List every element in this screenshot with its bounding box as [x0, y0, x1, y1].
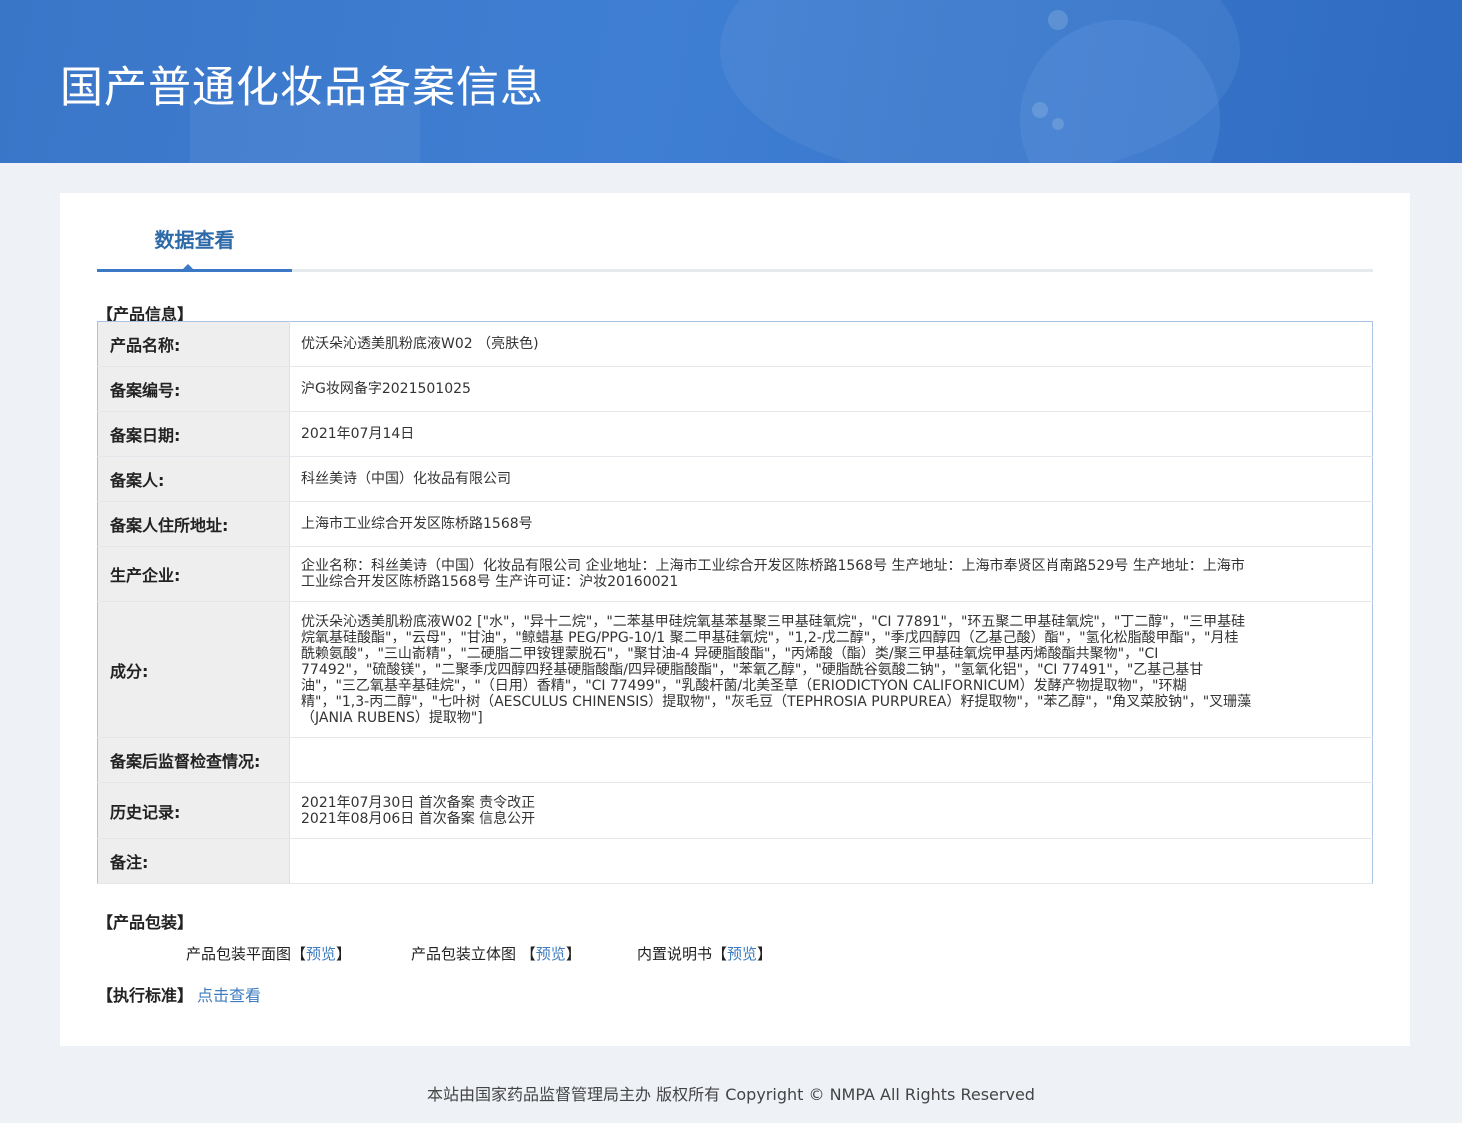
page-title: 国产普通化妆品备案信息: [60, 63, 544, 113]
field-value-line: 77492"，"硫酸镁"，"二聚季戊四醇四羟基硬脂酸酯/四异硬脂酸酯"，"苯氧乙…: [301, 661, 1204, 678]
field-value: 科丝美诗（中国）化妆品有限公司: [289, 456, 1373, 502]
field-label: 备案后监督检查情况:: [97, 737, 290, 783]
bracket-open: 【: [712, 945, 728, 963]
header-banner: 国产普通化妆品备案信息: [0, 0, 1462, 163]
preview-link-flat[interactable]: 预览: [306, 945, 336, 963]
field-label: 备案编号:: [97, 366, 290, 412]
field-value-line: 烷氧基硅酸酯"，"云母"，"甘油"，"鲸蜡基 PEG/PPG-10/1 聚二甲基…: [301, 629, 1239, 646]
packaging-item: 产品包装立体图 【预览】: [411, 943, 581, 964]
field-value: [289, 737, 1373, 783]
field-value-line: 企业名称：科丝美诗（中国）化妆品有限公司 企业地址：上海市工业综合开发区陈桥路1…: [301, 558, 1245, 574]
table-row: 备案编号: 沪G妆网备字2021501025: [97, 366, 1373, 412]
view-standard-link[interactable]: 点击查看: [197, 982, 261, 1006]
field-label: 备案日期:: [97, 411, 290, 457]
field-value-line: 工业综合开发区陈桥路1568号 生产许可证：沪妆20160021: [301, 574, 679, 590]
tab-active-indicator: [182, 264, 194, 270]
preview-link-manual[interactable]: 预览: [727, 945, 757, 963]
field-label: 生产企业:: [97, 546, 290, 602]
packaging-item-label: 内置说明书: [637, 945, 713, 963]
field-value-ingredients: 优沃朵沁透美肌粉底液W02 ["水"，"异十二烷"，"二苯基甲硅烷氧基苯基聚三甲…: [289, 601, 1373, 738]
tab-label: 数据查看: [154, 228, 235, 252]
product-info-table: 产品名称: 优沃朵沁透美肌粉底液W02 （亮肤色) 备案编号: 沪G妆网备字20…: [97, 321, 1373, 884]
banner-decoration: [1052, 118, 1064, 130]
field-value-line: 优沃朵沁透美肌粉底液W02 ["水"，"异十二烷"，"二苯基甲硅烷氧基苯基聚三甲…: [301, 613, 1246, 630]
field-value-line: 精"，"1,3-丙二醇"，"七叶树（AESCULUS CHINENSIS）提取物…: [301, 693, 1252, 710]
banner-decoration: [1032, 102, 1048, 118]
table-row: 备案后监督检查情况:: [97, 737, 1373, 783]
bracket-close: 】: [336, 945, 352, 963]
banner-decoration: [1048, 10, 1068, 30]
tab-bar: 数据查看: [97, 193, 1373, 272]
table-row: 成分: 优沃朵沁透美肌粉底液W02 ["水"，"异十二烷"，"二苯基甲硅烷氧基苯…: [97, 601, 1373, 738]
table-row: 历史记录: 2021年07月30日 首次备案 责令改正 2021年08月06日 …: [97, 782, 1373, 839]
tab-data-view[interactable]: 数据查看: [97, 193, 292, 272]
table-row: 生产企业: 企业名称：科丝美诗（中国）化妆品有限公司 企业地址：上海市工业综合开…: [97, 546, 1373, 602]
history-entry: 2021年07月30日 首次备案 责令改正: [301, 794, 536, 811]
field-value-line: 油"，"三乙氧基辛基硅烷"，"（日用）香精"，"CI 77499"，"乳酸杆菌/…: [301, 677, 1187, 694]
packaging-item-label: 产品包装平面图: [186, 945, 292, 963]
packaging-item: 产品包装平面图【预览】: [186, 943, 351, 964]
packaging-item-label: 产品包装立体图: [411, 945, 521, 963]
field-label: 产品名称:: [97, 321, 290, 367]
field-value-manufacturer: 企业名称：科丝美诗（中国）化妆品有限公司 企业地址：上海市工业综合开发区陈桥路1…: [289, 546, 1373, 602]
history-entry: 2021年08月06日 首次备案 信息公开: [301, 810, 536, 827]
table-row: 备注:: [97, 838, 1373, 884]
section-heading-standard: 【执行标准】: [97, 986, 194, 1005]
table-row: 备案人住所地址: 上海市工业综合开发区陈桥路1568号: [97, 501, 1373, 547]
bracket-open: 【: [520, 945, 536, 963]
preview-link-3d[interactable]: 预览: [536, 945, 566, 963]
field-label: 备注:: [97, 838, 290, 884]
field-label: 备案人住所地址:: [97, 501, 290, 547]
bracket-close: 】: [757, 945, 773, 963]
field-value: 上海市工业综合开发区陈桥路1568号: [289, 501, 1373, 547]
section-heading-packaging: 【产品包装】: [97, 913, 194, 932]
field-value: 优沃朵沁透美肌粉底液W02 （亮肤色): [289, 321, 1373, 367]
field-value: 2021年07月14日: [289, 411, 1373, 457]
content-card: 数据查看 【产品信息】 产品名称: 优沃朵沁透美肌粉底液W02 （亮肤色) 备案…: [60, 193, 1410, 1046]
table-row: 产品名称: 优沃朵沁透美肌粉底液W02 （亮肤色): [97, 321, 1373, 367]
footer-copyright: 本站由国家药品监督管理局主办 版权所有 Copyright © NMPA All…: [427, 1085, 1035, 1104]
bracket-open: 【: [291, 945, 307, 963]
field-value-history: 2021年07月30日 首次备案 责令改正 2021年08月06日 首次备案 信…: [289, 782, 1373, 839]
table-row: 备案日期: 2021年07月14日: [97, 411, 1373, 457]
field-value: [289, 838, 1373, 884]
bracket-close: 】: [565, 945, 581, 963]
field-value-line: （JANIA RUBENS）提取物"]: [301, 709, 483, 726]
field-value: 沪G妆网备字2021501025: [289, 366, 1373, 412]
field-label: 成分:: [97, 601, 290, 738]
field-value-line: 酰赖氨酸"，"三山嵛精"，"二硬脂二甲铵锂蒙脱石"，"聚甘油-4 异硬脂酸酯"，…: [301, 645, 1159, 662]
table-row: 备案人: 科丝美诗（中国）化妆品有限公司: [97, 456, 1373, 502]
packaging-item: 内置说明书【预览】: [637, 943, 772, 964]
field-label: 备案人:: [97, 456, 290, 502]
field-label: 历史记录:: [97, 782, 290, 839]
